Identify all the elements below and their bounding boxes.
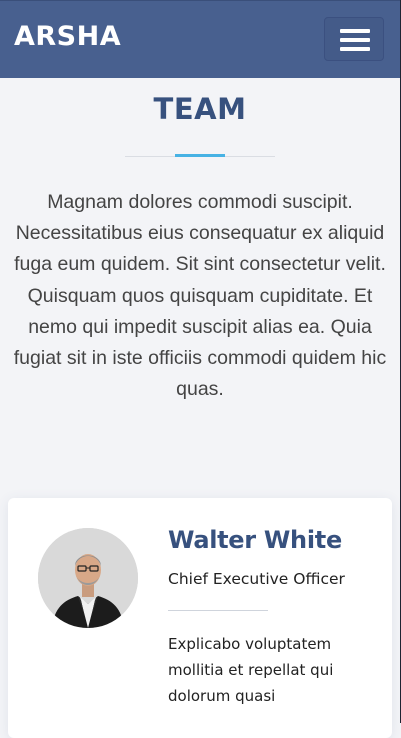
hamburger-menu-icon-bar: [340, 38, 370, 42]
section-title: TEAM: [153, 92, 247, 126]
title-accent-bar: [175, 154, 225, 157]
site-header: ARSHA: [0, 0, 400, 78]
mobile-nav-toggle-button[interactable]: [324, 17, 384, 61]
hamburger-menu-icon: [340, 29, 370, 33]
member-divider: [168, 610, 268, 611]
member-info: Walter White Chief Executive Officer Exp…: [168, 526, 368, 709]
member-photo: [38, 528, 138, 628]
member-avatar: [38, 528, 138, 628]
hamburger-menu-icon-bar: [340, 47, 370, 51]
member-name: Walter White: [168, 526, 342, 554]
member-role: Chief Executive Officer: [168, 570, 345, 588]
site-logo[interactable]: ARSHA: [14, 21, 121, 52]
member-bio: Explicabo voluptatem mollitia et repella…: [168, 635, 334, 705]
team-member-card: Walter White Chief Executive Officer Exp…: [8, 498, 392, 738]
section-description: Magnam dolores commodi suscipit. Necessi…: [13, 191, 387, 401]
